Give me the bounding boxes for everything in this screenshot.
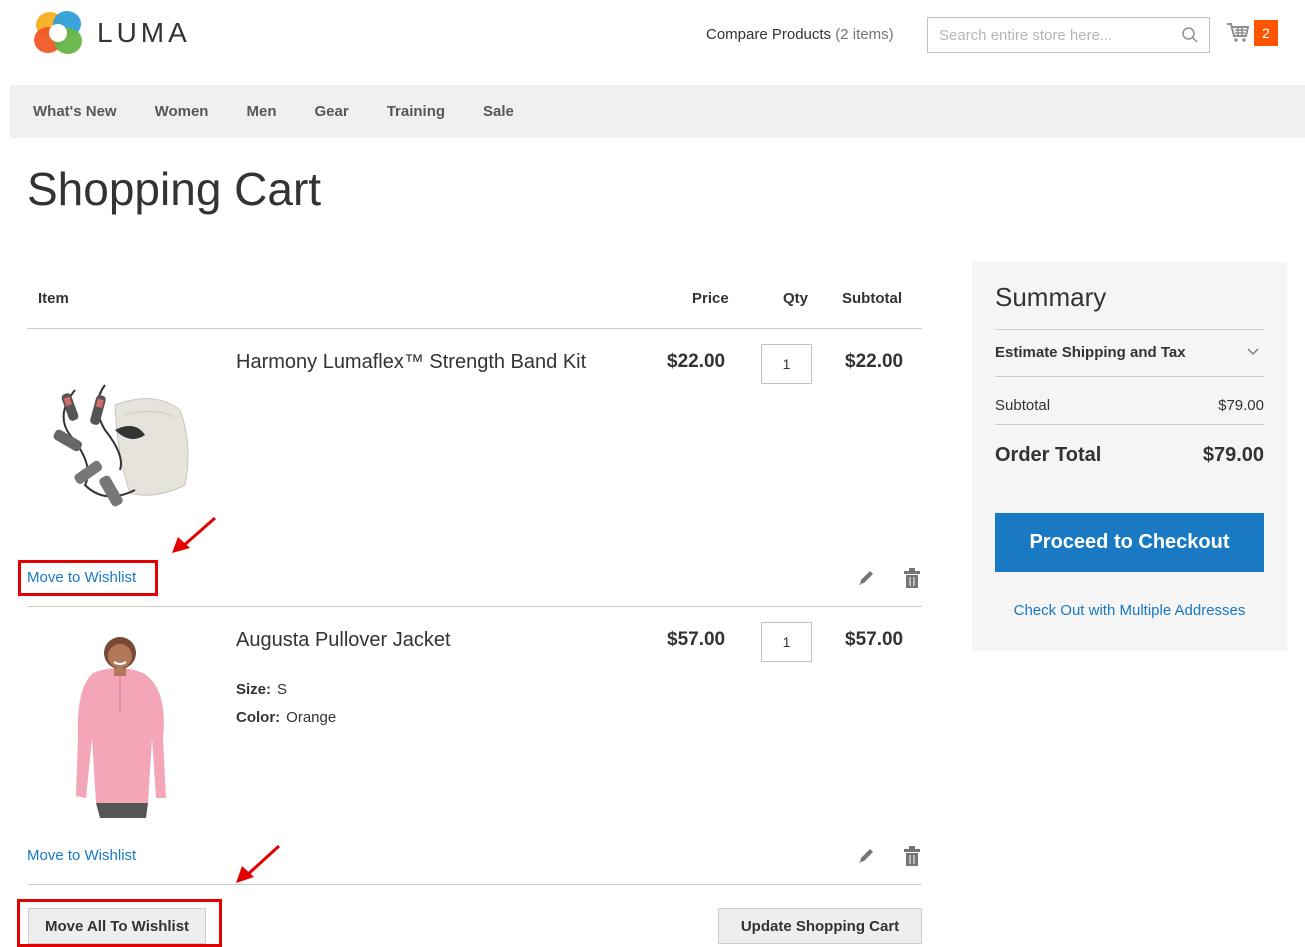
divider — [27, 606, 922, 607]
quantity-input[interactable] — [761, 344, 812, 384]
nav-item-men[interactable]: Men — [246, 103, 276, 120]
nav-item-gear[interactable]: Gear — [314, 103, 348, 120]
option-value: Orange — [286, 709, 337, 726]
quantity-input[interactable] — [761, 622, 812, 662]
multiple-addresses-link[interactable]: Check Out with Multiple Addresses — [972, 602, 1287, 619]
proceed-to-checkout-button[interactable]: Proceed to Checkout — [995, 513, 1264, 572]
product-image-strength-band-kit[interactable] — [45, 375, 195, 515]
search-box — [927, 17, 1210, 53]
option-value: S — [277, 681, 288, 698]
product-name-link[interactable]: Augusta Pullover Jacket — [236, 629, 451, 652]
annotation-arrow-icon — [236, 844, 281, 883]
nav-item-women[interactable]: Women — [155, 103, 209, 120]
page-title: Shopping Cart — [27, 163, 322, 215]
search-input[interactable] — [928, 18, 1168, 52]
nav-item-training[interactable]: Training — [387, 103, 445, 120]
order-total-label: Order Total — [995, 444, 1102, 466]
compare-count: (2 items) — [835, 26, 894, 43]
product-image-augusta-pullover-jacket[interactable] — [48, 628, 193, 818]
cart-icon — [1227, 23, 1250, 42]
item-price: $22.00 — [667, 351, 726, 372]
column-header-qty: Qty — [783, 290, 809, 307]
annotation-highlight-box — [18, 560, 158, 596]
compare-label: Compare Products — [706, 26, 832, 43]
item-price: $57.00 — [667, 629, 726, 650]
subtotal-value: $79.00 — [1218, 397, 1264, 414]
edit-icon[interactable] — [857, 569, 875, 587]
divider — [27, 328, 922, 329]
cart-summary: Summary Estimate Shipping and Tax Subtot… — [972, 262, 1287, 651]
column-header-subtotal: Subtotal — [842, 290, 902, 307]
column-header-price: Price — [692, 290, 729, 307]
product-option-color: Color: Orange — [236, 709, 336, 726]
item-subtotal: $22.00 — [845, 351, 904, 372]
cart-count-badge: 2 — [1254, 20, 1278, 46]
chevron-down-icon[interactable] — [1246, 344, 1260, 358]
compare-products-link[interactable]: Compare Products (2 items) — [706, 26, 894, 43]
move-to-wishlist-link[interactable]: Move to Wishlist — [27, 847, 136, 864]
divider — [27, 884, 922, 885]
logo-text: LUMA — [97, 17, 191, 48]
option-label: Size: — [236, 681, 272, 698]
summary-title: Summary — [995, 282, 1107, 312]
annotation-arrow-icon — [172, 516, 216, 553]
edit-icon[interactable] — [857, 847, 875, 865]
item-subtotal: $57.00 — [845, 629, 904, 650]
estimate-shipping-toggle[interactable]: Estimate Shipping and Tax — [995, 344, 1186, 361]
divider — [995, 376, 1264, 377]
column-header-item: Item — [38, 290, 69, 307]
divider — [995, 329, 1264, 330]
order-total-value: $79.00 — [1202, 444, 1264, 466]
subtotal-label: Subtotal — [995, 397, 1051, 414]
store-logo[interactable]: LUMA — [33, 10, 191, 56]
product-option-size: Size: S — [236, 681, 287, 698]
nav-item-whats-new[interactable]: What's New — [33, 103, 117, 120]
annotation-highlight-box — [17, 899, 222, 947]
search-icon[interactable] — [1181, 26, 1199, 44]
minicart-button[interactable]: 2 — [1226, 20, 1278, 46]
trash-icon[interactable] — [903, 845, 921, 867]
option-label: Color: — [236, 709, 281, 726]
luma-logo-icon — [34, 11, 82, 54]
divider — [995, 424, 1264, 425]
update-shopping-cart-button[interactable]: Update Shopping Cart — [718, 908, 922, 944]
nav-item-sale[interactable]: Sale — [483, 103, 514, 120]
trash-icon[interactable] — [903, 567, 921, 589]
product-name-link[interactable]: Harmony Lumaflex™ Strength Band Kit — [236, 351, 586, 374]
main-navigation: What's New Women Men Gear Training Sale — [10, 85, 1305, 138]
